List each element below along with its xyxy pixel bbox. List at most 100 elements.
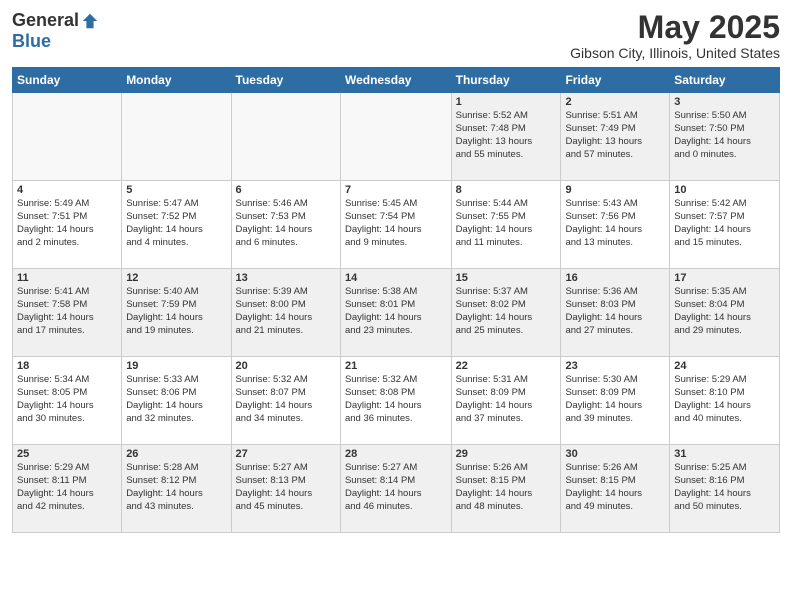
day-info: Sunrise: 5:52 AM Sunset: 7:48 PM Dayligh… [456,110,557,161]
calendar-week-row: 4Sunrise: 5:49 AM Sunset: 7:51 PM Daylig… [13,181,780,269]
calendar-cell: 5Sunrise: 5:47 AM Sunset: 7:52 PM Daylig… [122,181,231,269]
calendar-day-header: Saturday [670,68,780,93]
day-info: Sunrise: 5:39 AM Sunset: 8:00 PM Dayligh… [236,286,336,337]
logo-icon [81,12,99,30]
day-info: Sunrise: 5:40 AM Sunset: 7:59 PM Dayligh… [126,286,226,337]
day-number: 15 [456,272,557,284]
calendar-cell: 4Sunrise: 5:49 AM Sunset: 7:51 PM Daylig… [13,181,122,269]
day-number: 26 [126,448,226,460]
calendar-day-header: Friday [561,68,670,93]
calendar-cell: 15Sunrise: 5:37 AM Sunset: 8:02 PM Dayli… [451,269,561,357]
day-number: 21 [345,360,447,372]
calendar-cell: 26 Sunrise: 5:28 AM Sunset: 8:12 PM Dayli… [122,445,231,533]
calendar-week-row: 25 Sunrise: 5:29 AM Sunset: 8:11 PM Dayli… [13,445,780,533]
day-number: 28 [345,448,447,460]
calendar-cell: 19 Sunrise: 5:33 AM Sunset: 8:06 PM Dayli… [122,357,231,445]
day-info: Sunrise: 5:31 AM Sunset: 8:09 PM Dayligh… [456,374,557,425]
day-info: Sunrise: 5:29 AM Sunset: 8:11 PM Dayligh… [17,462,117,513]
calendar-week-row: 18 Sunrise: 5:34 AM Sunset: 8:05 PM Dayli… [13,357,780,445]
day-info: Sunrise: 5:26 AM Sunset: 8:15 PM Dayligh… [565,462,665,513]
calendar-cell: 22 Sunrise: 5:31 AM Sunset: 8:09 PM Dayli… [451,357,561,445]
calendar-cell: 12 Sunrise: 5:40 AM Sunset: 7:59 PM Dayli… [122,269,231,357]
calendar-cell: 20Sunrise: 5:32 AM Sunset: 8:07 PM Dayli… [231,357,340,445]
calendar-week-row: 1Sunrise: 5:52 AM Sunset: 7:48 PM Daylig… [13,93,780,181]
calendar-cell: 10 Sunrise: 5:42 AM Sunset: 7:57 PM Dayli… [670,181,780,269]
day-number: 14 [345,272,447,284]
logo-blue: Blue [12,31,51,51]
day-number: 5 [126,184,226,196]
calendar-cell [340,93,451,181]
day-number: 3 [674,96,775,108]
calendar-cell: 27 Sunrise: 5:27 AM Sunset: 8:13 PM Dayli… [231,445,340,533]
day-info: Sunrise: 5:28 AM Sunset: 8:12 PM Dayligh… [126,462,226,513]
calendar-cell: 11 Sunrise: 5:41 AM Sunset: 7:58 PM Dayli… [13,269,122,357]
calendar-day-header: Thursday [451,68,561,93]
day-info: Sunrise: 5:25 AM Sunset: 8:16 PM Dayligh… [674,462,775,513]
calendar-header-row: SundayMondayTuesdayWednesdayThursdayFrid… [13,68,780,93]
day-info: Sunrise: 5:33 AM Sunset: 8:06 PM Dayligh… [126,374,226,425]
day-number: 30 [565,448,665,460]
day-info: Sunrise: 5:27 AM Sunset: 8:13 PM Dayligh… [236,462,336,513]
day-info: Sunrise: 5:42 AM Sunset: 7:57 PM Dayligh… [674,198,775,249]
calendar-cell: 9Sunrise: 5:43 AM Sunset: 7:56 PM Daylig… [561,181,670,269]
calendar-cell: 21Sunrise: 5:32 AM Sunset: 8:08 PM Dayli… [340,357,451,445]
calendar-cell: 31Sunrise: 5:25 AM Sunset: 8:16 PM Dayli… [670,445,780,533]
logo-general: General [12,10,79,31]
day-info: Sunrise: 5:51 AM Sunset: 7:49 PM Dayligh… [565,110,665,161]
day-number: 24 [674,360,775,372]
main-title: May 2025 [570,10,780,45]
calendar-cell: 3 Sunrise: 5:50 AM Sunset: 7:50 PM Daylig… [670,93,780,181]
day-number: 6 [236,184,336,196]
day-number: 12 [126,272,226,284]
title-block: May 2025 Gibson City, Illinois, United S… [570,10,780,61]
day-info: Sunrise: 5:34 AM Sunset: 8:05 PM Dayligh… [17,374,117,425]
day-number: 20 [236,360,336,372]
calendar-cell [13,93,122,181]
calendar-cell: 13 Sunrise: 5:39 AM Sunset: 8:00 PM Dayli… [231,269,340,357]
day-number: 19 [126,360,226,372]
day-number: 23 [565,360,665,372]
day-info: Sunrise: 5:36 AM Sunset: 8:03 PM Dayligh… [565,286,665,337]
day-info: Sunrise: 5:45 AM Sunset: 7:54 PM Dayligh… [345,198,447,249]
day-info: Sunrise: 5:41 AM Sunset: 7:58 PM Dayligh… [17,286,117,337]
logo-text: General [12,10,99,31]
calendar-cell: 7 Sunrise: 5:45 AM Sunset: 7:54 PM Daylig… [340,181,451,269]
day-number: 4 [17,184,117,196]
day-info: Sunrise: 5:50 AM Sunset: 7:50 PM Dayligh… [674,110,775,161]
day-number: 25 [17,448,117,460]
day-info: Sunrise: 5:30 AM Sunset: 8:09 PM Dayligh… [565,374,665,425]
day-number: 11 [17,272,117,284]
day-number: 8 [456,184,557,196]
calendar-cell: 6Sunrise: 5:46 AM Sunset: 7:53 PM Daylig… [231,181,340,269]
calendar-cell: 17Sunrise: 5:35 AM Sunset: 8:04 PM Dayli… [670,269,780,357]
calendar-day-header: Tuesday [231,68,340,93]
header: General Blue May 2025 Gibson City, Illin… [12,10,780,61]
day-number: 7 [345,184,447,196]
calendar-cell: 18 Sunrise: 5:34 AM Sunset: 8:05 PM Dayli… [13,357,122,445]
day-number: 13 [236,272,336,284]
day-info: Sunrise: 5:44 AM Sunset: 7:55 PM Dayligh… [456,198,557,249]
calendar-cell: 24 Sunrise: 5:29 AM Sunset: 8:10 PM Dayli… [670,357,780,445]
day-number: 22 [456,360,557,372]
calendar-cell: 28 Sunrise: 5:27 AM Sunset: 8:14 PM Dayli… [340,445,451,533]
day-number: 17 [674,272,775,284]
calendar-cell: 8 Sunrise: 5:44 AM Sunset: 7:55 PM Daylig… [451,181,561,269]
logo-blue-text: Blue [12,31,51,52]
day-number: 10 [674,184,775,196]
day-number: 27 [236,448,336,460]
subtitle: Gibson City, Illinois, United States [570,45,780,61]
calendar-day-header: Sunday [13,68,122,93]
calendar-cell: 2 Sunrise: 5:51 AM Sunset: 7:49 PM Daylig… [561,93,670,181]
day-number: 2 [565,96,665,108]
day-info: Sunrise: 5:29 AM Sunset: 8:10 PM Dayligh… [674,374,775,425]
calendar-cell: 14Sunrise: 5:38 AM Sunset: 8:01 PM Dayli… [340,269,451,357]
day-number: 18 [17,360,117,372]
calendar-week-row: 11 Sunrise: 5:41 AM Sunset: 7:58 PM Dayli… [13,269,780,357]
logo: General Blue [12,10,99,52]
day-info: Sunrise: 5:26 AM Sunset: 8:15 PM Dayligh… [456,462,557,513]
calendar-cell: 30 Sunrise: 5:26 AM Sunset: 8:15 PM Dayli… [561,445,670,533]
day-info: Sunrise: 5:27 AM Sunset: 8:14 PM Dayligh… [345,462,447,513]
calendar-cell: 16Sunrise: 5:36 AM Sunset: 8:03 PM Dayli… [561,269,670,357]
page: General Blue May 2025 Gibson City, Illin… [0,0,792,612]
day-info: Sunrise: 5:43 AM Sunset: 7:56 PM Dayligh… [565,198,665,249]
